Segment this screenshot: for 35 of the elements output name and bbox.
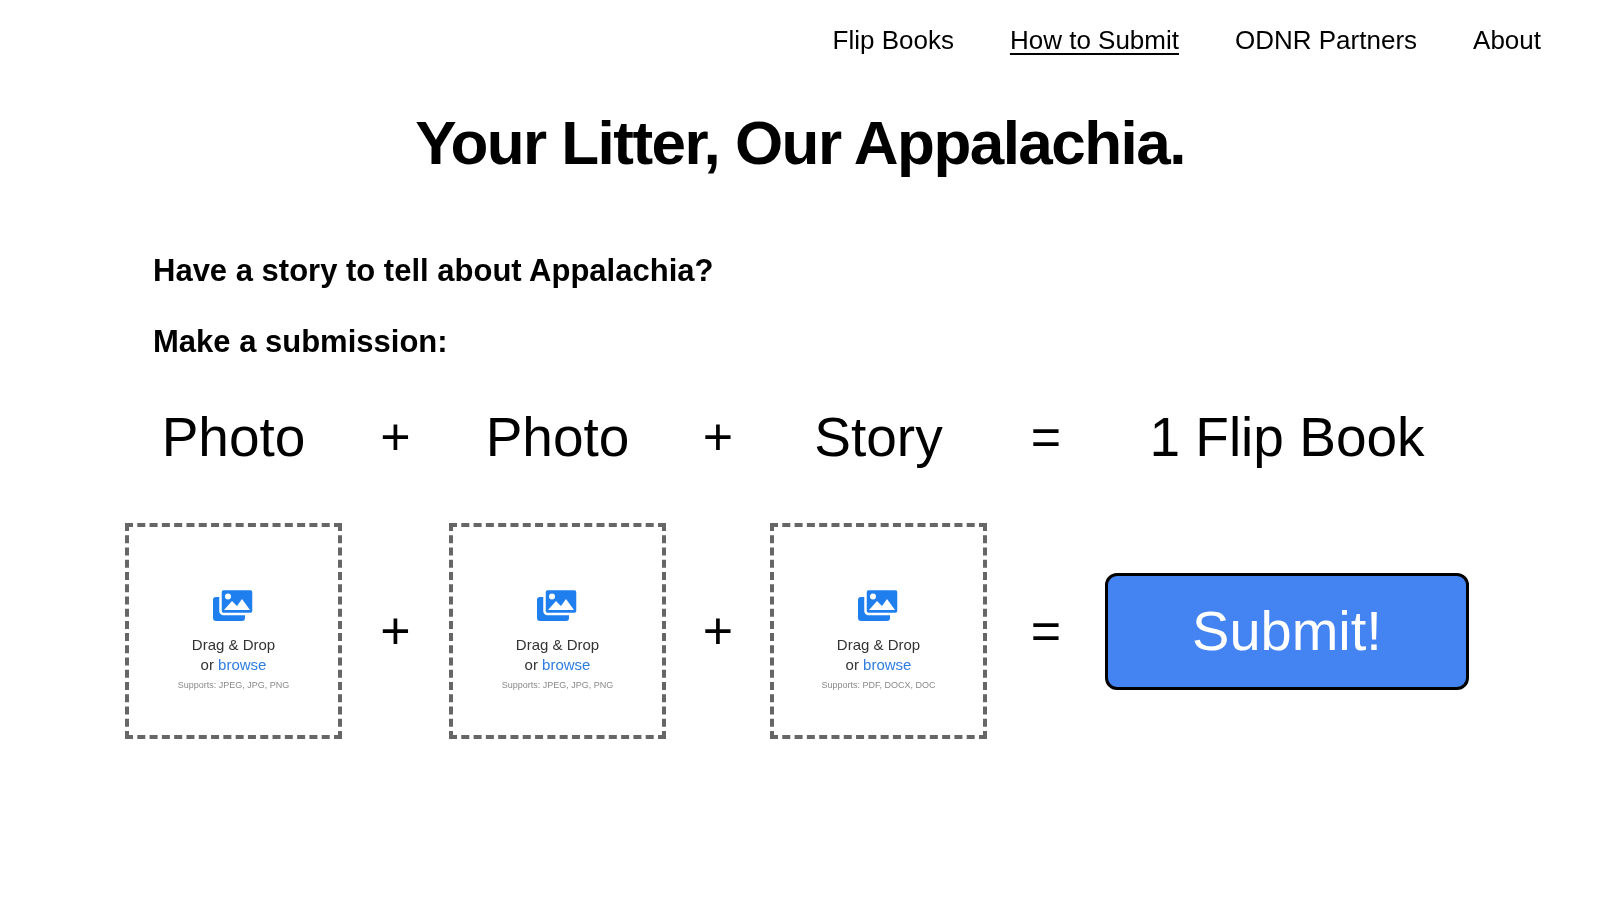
equation-term: Photo bbox=[485, 405, 630, 470]
operator-sign: + bbox=[380, 601, 411, 661]
intro-text: Make a submission: bbox=[153, 323, 448, 361]
nav-link[interactable]: About bbox=[1473, 27, 1541, 53]
intro-text: Have a story to tell about Appalachia? bbox=[153, 252, 714, 290]
operator-sign: + bbox=[702, 407, 734, 468]
submit-button[interactable]: Submit! bbox=[1105, 572, 1469, 690]
supported-formats: Supports: PDF, DOCX, DOC bbox=[821, 679, 936, 691]
drop-zone[interactable]: Drag & Drop or browse Supports: PDF, DOCX, DOC bbox=[770, 523, 987, 739]
operator-sign: = bbox=[1030, 407, 1062, 468]
nav-link[interactable]: How to Submit bbox=[1009, 27, 1179, 53]
equation-term: Story bbox=[814, 405, 943, 470]
equation-term: Photo bbox=[161, 405, 306, 470]
supported-formats: Supports: JPEG, JPG, PNG bbox=[501, 679, 614, 691]
images-icon bbox=[537, 589, 578, 621]
browse-link[interactable]: browse bbox=[863, 656, 912, 673]
browse-link[interactable]: browse bbox=[542, 656, 591, 673]
drop-label: Drag & Drop bbox=[836, 635, 921, 655]
drop-zone[interactable]: Drag & Drop or browse Supports: JPEG, JPG, PNG bbox=[449, 523, 666, 739]
drop-label: Drag & Drop bbox=[191, 635, 276, 655]
operator-sign: + bbox=[380, 407, 411, 468]
browse-prompt: or browse bbox=[200, 655, 267, 675]
drop-label: Drag & Drop bbox=[515, 635, 600, 655]
browse-prompt: or browse bbox=[845, 655, 912, 675]
nav-link[interactable]: ODNR Partners bbox=[1235, 27, 1418, 53]
equation-term: 1 Flip Book bbox=[1149, 405, 1425, 470]
operator-sign: + bbox=[702, 601, 734, 661]
operator-sign: = bbox=[1030, 601, 1062, 661]
nav-link[interactable]: Flip Books bbox=[832, 27, 954, 53]
drop-zone[interactable]: Drag & Drop or browse Supports: JPEG, JPG, PNG bbox=[125, 523, 342, 739]
images-icon bbox=[213, 589, 254, 621]
browse-prompt: or browse bbox=[524, 655, 591, 675]
browse-link[interactable]: browse bbox=[218, 656, 267, 673]
images-icon bbox=[858, 589, 899, 621]
supported-formats: Supports: JPEG, JPG, PNG bbox=[177, 679, 290, 691]
